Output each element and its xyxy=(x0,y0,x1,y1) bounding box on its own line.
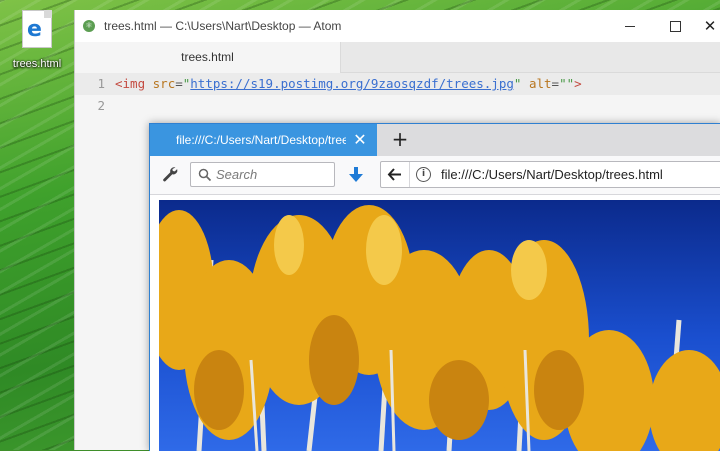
new-tab-button[interactable]: + xyxy=(387,124,413,156)
atom-window-title: trees.html — C:\Users\Nart\Desktop — Ato… xyxy=(104,19,342,33)
firefox-toolbar: Search i file:///C:/Users/Nart/Desktop/t… xyxy=(150,156,720,195)
page-viewport xyxy=(150,195,720,451)
desktop-file-icon[interactable]: e trees.html xyxy=(6,6,68,76)
search-input[interactable]: Search xyxy=(190,162,335,187)
code-text: <img src="https://s19.postimg.org/9zaosq… xyxy=(115,76,582,91)
code-tag-open: <img xyxy=(115,76,146,91)
search-placeholder: Search xyxy=(216,167,258,182)
firefox-tab-strip: file:///C:/Users/Nart/Desktop/trees.html… xyxy=(150,124,720,156)
code-line[interactable]: 1 <img src="https://s19.postimg.org/9zao… xyxy=(75,73,720,95)
atom-tab-trees-html[interactable]: trees.html xyxy=(75,42,341,73)
code-url-link[interactable]: https://s19.postimg.org/9zaosqzdf/trees.… xyxy=(190,76,514,91)
minimize-icon xyxy=(625,26,635,27)
firefox-window: file:///C:/Users/Nart/Desktop/trees.html… xyxy=(149,123,720,451)
wrench-icon[interactable] xyxy=(162,166,178,182)
atom-titlebar[interactable]: ⚛ trees.html — C:\Users\Nart\Desktop — A… xyxy=(75,10,720,42)
maximize-button[interactable] xyxy=(653,10,699,42)
line-number: 2 xyxy=(97,98,105,113)
close-button[interactable]: ✕ xyxy=(699,10,720,42)
search-icon xyxy=(198,168,212,182)
code-tag-close: > xyxy=(574,76,582,91)
atom-app-icon: ⚛ xyxy=(83,20,95,32)
back-arrow-icon xyxy=(387,168,401,181)
code-attr-alt: alt xyxy=(528,76,552,91)
code-attr-src: src xyxy=(152,76,176,91)
edge-icon: e xyxy=(27,17,42,42)
trees-photo xyxy=(159,200,720,451)
firefox-tab-title: file:///C:/Users/Nart/Desktop/trees.html xyxy=(176,133,346,147)
url-bar[interactable]: i file:///C:/Users/Nart/Desktop/trees.ht… xyxy=(380,161,720,188)
maximize-icon xyxy=(670,21,681,32)
atom-tab-bar: trees.html xyxy=(75,42,720,73)
back-button[interactable] xyxy=(381,162,410,187)
download-icon[interactable] xyxy=(347,165,365,185)
site-info-icon[interactable]: i xyxy=(416,167,431,182)
close-icon: ✕ xyxy=(703,17,717,35)
close-tab-icon[interactable]: ✕ xyxy=(350,124,370,156)
code-attr-alt-value: "" xyxy=(559,76,575,91)
desktop-file-label: trees.html xyxy=(12,58,62,70)
line-number: 1 xyxy=(97,76,105,91)
url-text: file:///C:/Users/Nart/Desktop/trees.html xyxy=(441,167,663,182)
firefox-tab-active[interactable]: file:///C:/Users/Nart/Desktop/trees.html… xyxy=(150,124,377,156)
aspen-trees-image xyxy=(159,205,720,451)
minimize-button[interactable] xyxy=(607,10,653,42)
code-line[interactable]: 2 xyxy=(75,95,720,117)
plus-icon: + xyxy=(391,127,409,151)
